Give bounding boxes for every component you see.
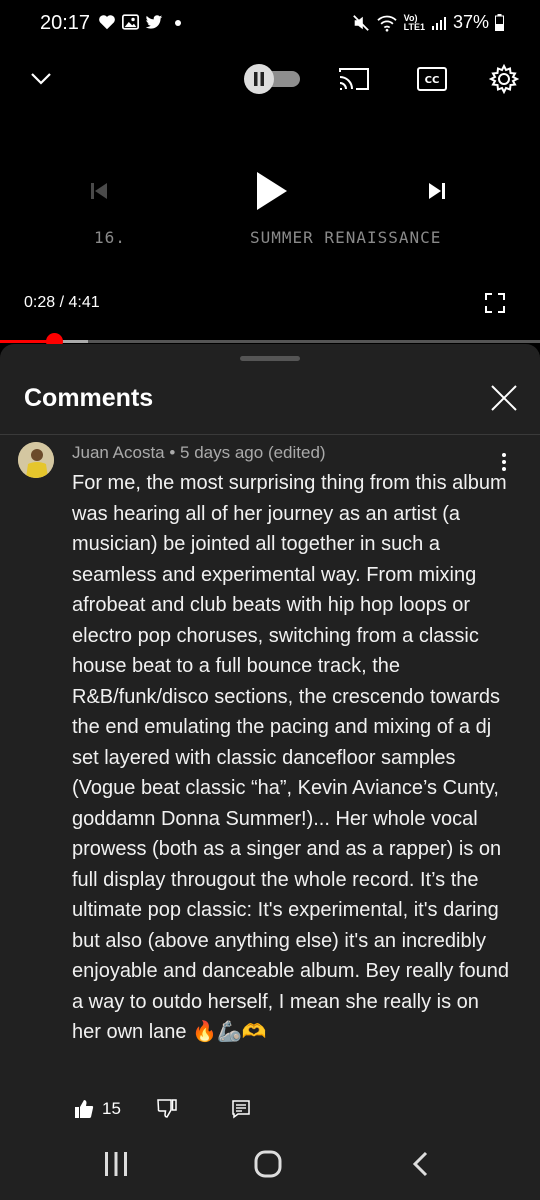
meta-separator: • <box>169 443 176 462</box>
recent-apps-icon <box>105 1152 127 1176</box>
recent-apps-button[interactable] <box>96 1146 136 1182</box>
like-button[interactable] <box>72 1097 96 1121</box>
wifi-icon <box>376 15 397 32</box>
minimize-button[interactable] <box>26 64 56 94</box>
gear-icon <box>489 64 519 94</box>
play-button[interactable] <box>248 166 296 216</box>
home-icon <box>254 1150 282 1178</box>
comments-title: Comments <box>24 384 154 412</box>
comment-actions: 15 <box>72 1094 253 1124</box>
comment-author[interactable]: Juan Acosta <box>72 443 165 462</box>
comment-emojis: 🔥🦾🫶 <box>192 1021 267 1043</box>
chevron-down-icon <box>31 73 51 85</box>
reply-button[interactable] <box>229 1097 253 1121</box>
system-nav-bar <box>0 1128 540 1200</box>
status-time: 20:17 <box>40 12 91 34</box>
thumbs-up-icon <box>75 1100 94 1118</box>
autoplay-knob <box>244 64 274 94</box>
cast-icon <box>339 68 369 90</box>
video-frame-text-right: SUMMER RENAISSANCE <box>250 228 442 247</box>
video-frame-text-left: 16. <box>94 228 126 247</box>
comments-sheet: Comments Juan Acosta • 5 days ago (edite… <box>0 344 540 1200</box>
close-icon <box>491 385 517 411</box>
skip-next-icon <box>429 183 445 199</box>
header-divider <box>0 434 540 435</box>
like-count: 15 <box>102 1099 121 1118</box>
settings-button[interactable] <box>486 64 522 94</box>
comment-age: 5 days ago (edited) <box>180 443 326 462</box>
home-button[interactable] <box>248 1146 288 1182</box>
twitter-icon <box>145 14 163 29</box>
pause-icon <box>254 72 264 86</box>
video-player[interactable]: CC 16. SUMMER RENAISSANCE vevo 0:28 / 4:… <box>0 52 540 390</box>
avatar-image <box>18 442 54 478</box>
next-button[interactable] <box>422 176 452 206</box>
comment-text: For me, the most surprising thing from t… <box>72 472 509 1043</box>
mute-icon <box>352 14 369 31</box>
status-bar: 20:17 Vo) LTE1 37% <box>0 0 540 52</box>
battery-icon <box>495 14 504 31</box>
reply-comment-icon <box>232 1100 250 1119</box>
gallery-icon <box>122 14 139 30</box>
signal-icon <box>431 16 446 30</box>
captions-icon: CC <box>417 67 447 91</box>
comment-body: For me, the most surprising thing from t… <box>72 468 512 1048</box>
back-button[interactable] <box>400 1146 440 1182</box>
autoplay-toggle[interactable] <box>244 64 300 94</box>
heart-icon <box>99 15 115 30</box>
skip-previous-icon <box>91 183 107 199</box>
fullscreen-button[interactable] <box>480 288 510 318</box>
lte-label: LTE1 <box>403 21 425 32</box>
status-left-icons <box>98 14 183 30</box>
play-icon <box>257 172 287 210</box>
close-button[interactable] <box>486 380 522 416</box>
thumbs-down-icon <box>157 1099 177 1118</box>
captions-button[interactable]: CC <box>414 64 450 94</box>
volte-lte-icon: Vo) LTE1 <box>403 13 425 32</box>
cast-button[interactable] <box>336 64 372 94</box>
fullscreen-icon <box>485 293 505 313</box>
status-right-icons: Vo) LTE1 37% <box>352 12 504 33</box>
dislike-button[interactable] <box>155 1097 179 1121</box>
avatar[interactable] <box>18 442 54 478</box>
comment-meta: Juan Acosta • 5 days ago (edited) <box>72 443 326 463</box>
drag-handle[interactable] <box>240 356 300 361</box>
svg-text:CC: CC <box>425 75 440 86</box>
battery-percent: 37% <box>452 12 489 32</box>
dot-icon <box>175 20 181 26</box>
time-label: 0:28 / 4:41 <box>24 294 100 311</box>
back-icon <box>412 1151 428 1177</box>
previous-button[interactable] <box>84 176 114 206</box>
